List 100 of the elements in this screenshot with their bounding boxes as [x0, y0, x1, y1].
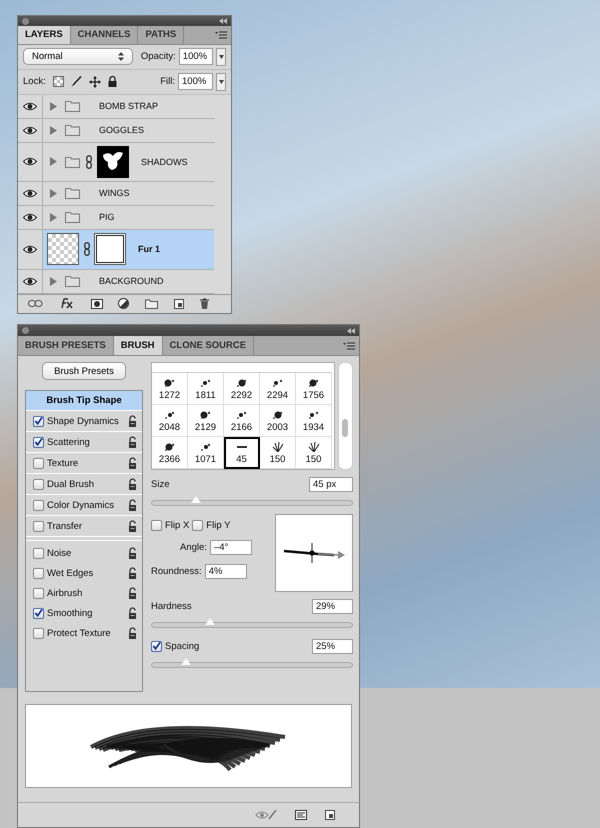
- lock-icon[interactable]: [128, 587, 138, 599]
- checkbox[interactable]: [151, 520, 162, 531]
- option-label[interactable]: Color Dynamics: [47, 500, 125, 510]
- option-header[interactable]: Brush Tip Shape: [26, 391, 142, 411]
- opacity-field[interactable]: 100%: [178, 48, 214, 66]
- eye-icon[interactable]: [23, 212, 37, 222]
- blend-mode-dropdown[interactable]: Normal: [23, 48, 133, 66]
- layer-row[interactable]: WINGS: [18, 182, 214, 206]
- layer-row[interactable]: BOMB STRAP: [18, 94, 214, 119]
- expand-triangle-icon[interactable]: [50, 276, 57, 286]
- lock-icon[interactable]: [128, 436, 138, 448]
- chain-link-icon[interactable]: [86, 154, 92, 169]
- link-icon[interactable]: [28, 300, 43, 308]
- new-layer-icon[interactable]: [174, 298, 184, 309]
- option-label[interactable]: Texture: [47, 458, 125, 468]
- fill-field[interactable]: 100%: [178, 73, 213, 90]
- checkbox[interactable]: [192, 520, 204, 531]
- expand-triangle-icon[interactable]: [50, 157, 57, 166]
- checkbox[interactable]: [33, 416, 44, 426]
- move-icon[interactable]: [88, 76, 101, 88]
- expand-triangle-icon[interactable]: [50, 102, 57, 111]
- eye-brush-icon[interactable]: [255, 810, 277, 820]
- checkbox[interactable]: [33, 588, 44, 598]
- checkbox[interactable]: [33, 568, 44, 578]
- flip-x-label[interactable]: Flip X: [165, 520, 190, 531]
- brush-tip[interactable]: 1071: [188, 437, 224, 469]
- expand-triangle-icon[interactable]: [50, 188, 57, 198]
- chain-link-icon[interactable]: [84, 242, 90, 256]
- layer-row[interactable]: BACKGROUND: [18, 270, 214, 294]
- lock-icon[interactable]: [128, 627, 138, 639]
- option-label[interactable]: Dual Brush: [47, 478, 125, 490]
- eye-icon[interactable]: [23, 157, 37, 166]
- lock-icon[interactable]: [128, 478, 138, 490]
- option-label[interactable]: Scattering: [47, 436, 125, 448]
- panel-tab[interactable]: LAYERS: [18, 26, 71, 44]
- brush-presets-button[interactable]: Brush Presets: [42, 362, 126, 380]
- brush-tip[interactable]: 1934: [296, 405, 332, 437]
- close-button[interactable]: [22, 18, 29, 25]
- scrollbar[interactable]: [338, 362, 353, 470]
- lock-icon[interactable]: [128, 567, 138, 579]
- checkbox[interactable]: [151, 640, 162, 652]
- brush-tip[interactable]: 150: [296, 437, 332, 469]
- roundness-field[interactable]: 4%: [204, 564, 247, 579]
- hardness-field[interactable]: 29%: [312, 598, 353, 614]
- flip-y-label[interactable]: Flip Y: [206, 520, 230, 531]
- spacing-label[interactable]: Spacing: [165, 640, 200, 652]
- eye-icon[interactable]: [23, 244, 37, 254]
- eye-icon[interactable]: [23, 102, 37, 111]
- checkerboard-icon[interactable]: [52, 76, 64, 88]
- brush-tip[interactable]: 2166: [224, 405, 260, 437]
- lock-icon[interactable]: [128, 415, 138, 427]
- angle-field[interactable]: –4°: [210, 540, 252, 555]
- brush-tip[interactable]: 45: [224, 437, 260, 469]
- lock-icon[interactable]: [128, 499, 138, 511]
- adjustment-icon[interactable]: [118, 298, 130, 310]
- panel-tab[interactable]: BRUSH: [114, 336, 163, 355]
- expand-triangle-icon[interactable]: [50, 126, 57, 135]
- checkbox[interactable]: [33, 520, 44, 532]
- checkbox[interactable]: [33, 478, 44, 490]
- brush-icon[interactable]: [70, 76, 82, 88]
- brush-tip[interactable]: 1272: [152, 373, 188, 405]
- brush-tip[interactable]: 1756: [296, 373, 332, 405]
- option-label[interactable]: Shape Dynamics: [47, 416, 125, 426]
- option-label[interactable]: Transfer: [47, 520, 125, 532]
- brush-tip[interactable]: 2292: [224, 373, 260, 405]
- option-label[interactable]: Smoothing: [47, 608, 125, 618]
- brush-tip[interactable]: 1811: [188, 373, 224, 405]
- checkbox[interactable]: [33, 548, 44, 558]
- layer-row[interactable]: Fur 1: [18, 230, 214, 270]
- mask-icon[interactable]: [90, 298, 103, 309]
- eye-icon[interactable]: [23, 276, 37, 286]
- eye-icon[interactable]: [23, 126, 37, 135]
- checkbox[interactable]: [33, 608, 44, 618]
- close-button[interactable]: [22, 327, 29, 334]
- checkbox[interactable]: [33, 500, 44, 510]
- effects-icon[interactable]: [58, 298, 75, 310]
- brush-tip[interactable]: 2129: [188, 405, 224, 437]
- brush-tip[interactable]: 2048: [152, 405, 188, 437]
- option-label[interactable]: Protect Texture: [47, 628, 125, 638]
- checkbox[interactable]: [33, 436, 44, 448]
- expand-triangle-icon[interactable]: [50, 212, 57, 222]
- grid-icon[interactable]: [295, 810, 307, 820]
- layer-row[interactable]: GOGGLES: [18, 118, 214, 143]
- layer-row[interactable]: PIG: [18, 206, 214, 230]
- option-label[interactable]: Wet Edges: [47, 568, 125, 578]
- brush-tip[interactable]: 2366: [152, 437, 188, 469]
- size-field[interactable]: 45 px: [309, 476, 353, 492]
- brush-tip[interactable]: 2003: [260, 405, 296, 437]
- layer-row[interactable]: SHADOWS: [18, 142, 214, 182]
- option-label[interactable]: Noise: [47, 548, 125, 558]
- lock-icon[interactable]: [128, 607, 138, 619]
- brush-tip[interactable]: 2294: [260, 373, 296, 405]
- angle-preview[interactable]: [275, 514, 353, 592]
- collapse-icon[interactable]: [347, 328, 355, 334]
- lock-icon[interactable]: [128, 520, 138, 532]
- eye-icon[interactable]: [23, 188, 37, 198]
- new-preset-icon[interactable]: [325, 810, 335, 820]
- trash-icon[interactable]: [200, 298, 209, 310]
- checkbox[interactable]: [33, 458, 44, 468]
- option-label[interactable]: Airbrush: [47, 588, 125, 598]
